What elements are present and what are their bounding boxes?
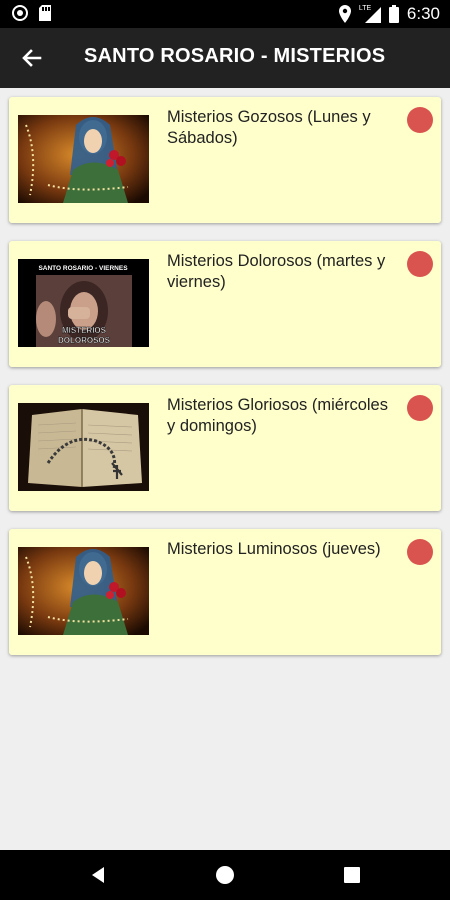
nav-home-button[interactable] [214, 864, 236, 886]
mysteries-list: Misterios Gozosos (Lunes y Sábados) SANT… [9, 97, 441, 673]
status-dot[interactable] [407, 251, 433, 277]
back-button[interactable] [18, 44, 46, 72]
virgin-mary-rosary-image [18, 115, 149, 203]
nav-back-button[interactable] [88, 864, 110, 886]
arrow-back-icon [22, 49, 42, 67]
app-bar: SANTO ROSARIO - MISTERIOS [0, 28, 450, 88]
status-bar: LTE 6:30 [0, 0, 450, 28]
mystery-card-dolorosos[interactable]: SANTO ROSARIO - VIERNES MISTERIOS DOLORO… [9, 241, 441, 367]
status-dot[interactable] [407, 539, 433, 565]
mystery-label: Misterios Gozosos (Lunes y Sábados) [167, 108, 371, 147]
back-triangle-icon [92, 867, 104, 883]
location-icon [338, 5, 351, 23]
home-circle-icon [216, 866, 234, 884]
dolorosos-image: SANTO ROSARIO - VIERNES MISTERIOS DOLORO… [18, 259, 149, 347]
mystery-label: Misterios Gloriosos (miércoles y domingo… [167, 396, 388, 435]
mystery-card-gozosos[interactable]: Misterios Gozosos (Lunes y Sábados) [9, 97, 441, 223]
mystery-label: Misterios Dolorosos (martes y viernes) [167, 252, 386, 291]
thumb-caption-line1: MISTERIOS [62, 326, 107, 335]
page-title: SANTO ROSARIO - MISTERIOS [84, 45, 386, 67]
system-nav-bar [0, 850, 450, 900]
media-icon [12, 5, 28, 21]
recents-square-icon [344, 867, 360, 883]
status-dot[interactable] [407, 107, 433, 133]
signal-icon [364, 7, 381, 23]
mystery-card-luminosos[interactable]: Misterios Luminosos (jueves) [9, 529, 441, 655]
nav-recents-button[interactable] [341, 864, 363, 886]
battery-icon [388, 5, 399, 23]
status-dot[interactable] [407, 395, 433, 421]
virgin-mary-rosary-image [18, 547, 149, 635]
sd-card-icon [39, 5, 51, 21]
thumb-top-text: SANTO ROSARIO - VIERNES [38, 265, 128, 272]
mystery-card-gloriosos[interactable]: Misterios Gloriosos (miércoles y domingo… [9, 385, 441, 511]
rosary-book-image [18, 403, 149, 491]
thumb-caption-line2: DOLOROSOS [58, 336, 111, 345]
mystery-label: Misterios Luminosos (jueves) [167, 540, 381, 558]
status-time: 6:30 [406, 4, 440, 23]
